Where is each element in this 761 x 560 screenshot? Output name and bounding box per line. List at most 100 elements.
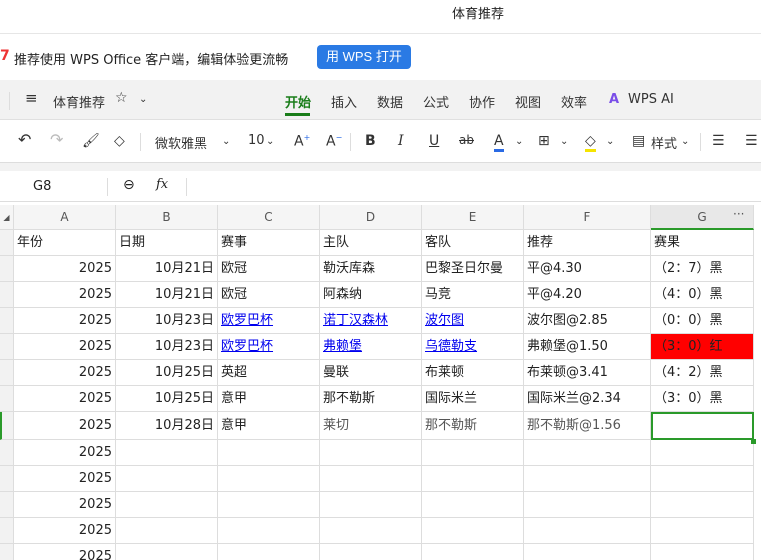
format-painter-icon[interactable]: 🖌 (82, 133, 100, 149)
undo-icon[interactable]: ↶ (18, 130, 31, 149)
table-cell[interactable] (218, 466, 320, 492)
table-cell[interactable]: 国际米兰@2.34 (524, 386, 651, 412)
tab-collaborate[interactable]: 协作 (469, 92, 495, 111)
table-cell[interactable]: 那不勒斯 (422, 412, 524, 440)
chevron-down-icon[interactable]: ⌄ (266, 136, 274, 147)
zoom-search-icon[interactable]: ⊖ (123, 177, 135, 193)
table-cell[interactable]: 弗赖堡@1.50 (524, 334, 651, 360)
table-cell[interactable]: （0：0）黑 (651, 308, 754, 334)
row-header[interactable] (0, 492, 14, 518)
strikethrough-icon[interactable]: ab (459, 133, 474, 147)
select-all-corner[interactable]: ◢ (0, 205, 14, 230)
table-cell[interactable] (524, 544, 651, 560)
tab-formula[interactable]: 公式 (423, 92, 449, 111)
bold-icon[interactable]: B (365, 133, 376, 149)
table-cell[interactable]: 波尔图@2.85 (524, 308, 651, 334)
table-cell[interactable]: 巴黎圣日尔曼 (422, 256, 524, 282)
chevron-down-icon[interactable]: ⌄ (681, 136, 689, 147)
table-cell[interactable]: 欧冠 (218, 282, 320, 308)
table-cell[interactable]: 2025 (14, 440, 116, 466)
table-cell[interactable]: 布莱顿@3.41 (524, 360, 651, 386)
table-cell[interactable]: 波尔图 (422, 308, 524, 334)
table-cell[interactable] (320, 492, 422, 518)
row-header[interactable] (0, 440, 14, 466)
table-cell[interactable]: 10月28日 (116, 412, 218, 440)
table-cell[interactable] (116, 492, 218, 518)
table-cell[interactable]: 2025 (14, 334, 116, 360)
table-cell[interactable] (422, 466, 524, 492)
align-left-icon[interactable]: ☰ (712, 133, 725, 149)
align-center-icon[interactable]: ☰ (745, 133, 758, 149)
menu-icon[interactable]: ≡ (25, 89, 38, 107)
font-size-select[interactable]: 10 (248, 133, 265, 148)
table-cell[interactable] (320, 544, 422, 560)
table-cell[interactable]: 意甲 (218, 386, 320, 412)
table-cell[interactable] (218, 518, 320, 544)
table-cell[interactable]: 2025 (14, 518, 116, 544)
eraser-icon[interactable]: ◇ (114, 133, 125, 149)
header-cell[interactable]: 赛果 (651, 230, 754, 256)
table-cell[interactable] (218, 544, 320, 560)
chevron-down-icon[interactable]: ⌄ (606, 136, 614, 147)
table-cell[interactable] (651, 492, 754, 518)
header-cell[interactable]: 推荐 (524, 230, 651, 256)
table-cell[interactable] (651, 518, 754, 544)
font-color-icon[interactable]: A (494, 133, 504, 152)
table-cell[interactable] (422, 518, 524, 544)
table-cell[interactable]: 诺丁汉森林 (320, 308, 422, 334)
header-cell[interactable]: 日期 (116, 230, 218, 256)
table-cell[interactable]: （2：7）黑 (651, 256, 754, 282)
table-cell[interactable]: 阿森纳 (320, 282, 422, 308)
row-header[interactable] (0, 518, 14, 544)
open-in-wps-button[interactable]: 用 WPS 打开 (317, 45, 411, 69)
table-cell[interactable]: （3：0）黑 (651, 386, 754, 412)
table-cell[interactable] (651, 466, 754, 492)
table-cell[interactable]: 10月25日 (116, 386, 218, 412)
table-cell[interactable]: 2025 (14, 544, 116, 560)
table-cell[interactable] (651, 544, 754, 560)
table-cell[interactable]: 乌德勒支 (422, 334, 524, 360)
table-cell[interactable]: 2025 (14, 256, 116, 282)
table-cell[interactable]: （4：2）黑 (651, 360, 754, 386)
row-header[interactable] (0, 544, 14, 560)
chevron-down-icon[interactable]: ⌄ (515, 136, 523, 147)
table-cell[interactable]: 2025 (14, 386, 116, 412)
table-cell[interactable]: 布莱顿 (422, 360, 524, 386)
table-cell[interactable] (218, 492, 320, 518)
table-cell[interactable]: 2025 (14, 412, 116, 440)
table-cell[interactable]: （4：0）黑 (651, 282, 754, 308)
table-cell[interactable]: 2025 (14, 282, 116, 308)
table-cell[interactable]: 那不勒斯@1.56 (524, 412, 651, 440)
chevron-down-icon[interactable]: ⌄ (560, 136, 568, 147)
table-cell[interactable]: 2025 (14, 308, 116, 334)
header-cell[interactable]: 主队 (320, 230, 422, 256)
tab-insert[interactable]: 插入 (331, 92, 357, 111)
tab-view[interactable]: 视图 (515, 92, 541, 111)
table-cell[interactable] (116, 544, 218, 560)
table-cell[interactable]: 平@4.30 (524, 256, 651, 282)
decrease-font-icon[interactable]: A− (326, 133, 342, 150)
header-cell[interactable]: 赛事 (218, 230, 320, 256)
table-cell[interactable] (320, 518, 422, 544)
table-cell[interactable] (320, 466, 422, 492)
row-header[interactable] (0, 386, 14, 412)
border-icon[interactable]: ⊞ (538, 133, 550, 149)
table-cell[interactable]: 英超 (218, 360, 320, 386)
table-cell[interactable]: 10月23日 (116, 308, 218, 334)
table-cell[interactable] (422, 440, 524, 466)
row-header[interactable] (0, 308, 14, 334)
chevron-down-icon[interactable]: ⌄ (222, 136, 230, 147)
style-icon[interactable]: ▤ (632, 133, 645, 149)
increase-font-icon[interactable]: A+ (294, 133, 310, 150)
table-cell[interactable]: （3：0）红 (651, 334, 754, 360)
document-name[interactable]: 体育推荐 (53, 92, 105, 111)
table-cell[interactable]: 10月21日 (116, 282, 218, 308)
table-cell[interactable]: 2025 (14, 466, 116, 492)
table-cell[interactable]: 国际米兰 (422, 386, 524, 412)
tab-efficiency[interactable]: 效率 (561, 92, 587, 111)
row-header[interactable] (0, 256, 14, 282)
table-cell[interactable]: 10月25日 (116, 360, 218, 386)
tab-data[interactable]: 数据 (377, 92, 403, 111)
chevron-down-icon[interactable]: ⌄ (139, 94, 147, 105)
table-cell[interactable]: 勒沃库森 (320, 256, 422, 282)
